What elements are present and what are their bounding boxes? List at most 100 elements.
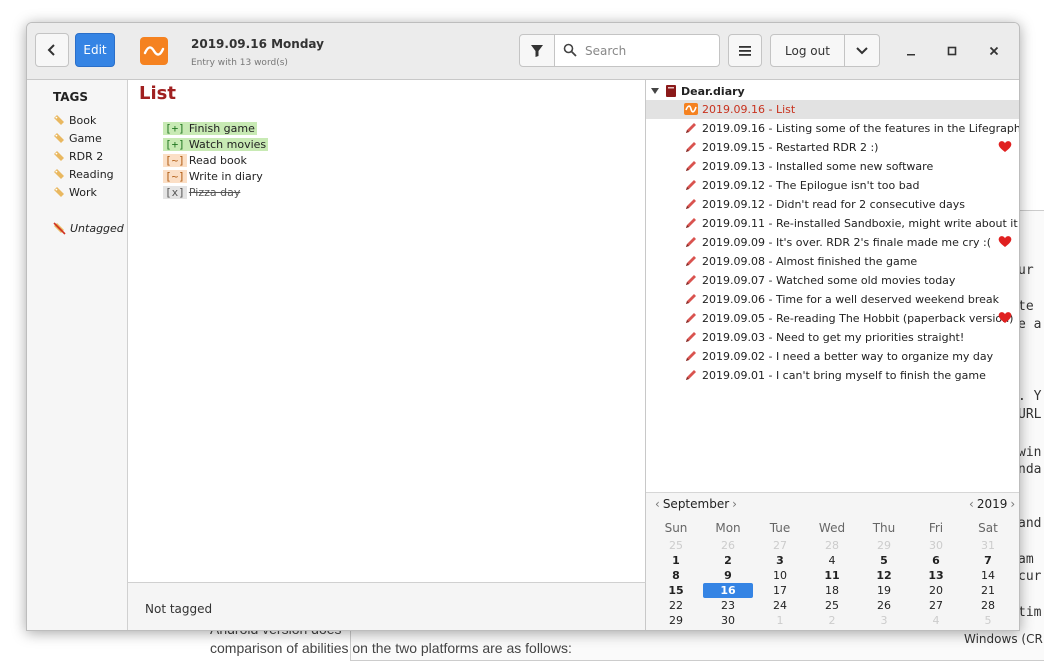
calendar-day[interactable]: 4 <box>911 613 961 628</box>
calendar-day[interactable]: 30 <box>703 613 753 628</box>
diary-entry-row[interactable]: 2019.09.05 - Re-reading The Hobbit (pape… <box>646 309 1019 328</box>
calendar-day[interactable]: 29 <box>651 613 701 628</box>
calendar-day-selected[interactable]: 16 <box>703 583 753 598</box>
calendar-day[interactable]: 1 <box>755 613 805 628</box>
diary-entry-row[interactable]: 2019.09.03 - Need to get my priorities s… <box>646 328 1019 347</box>
diary-entry-row[interactable]: 2019.09.16 - Listing some of the feature… <box>646 119 1019 138</box>
calendar-day[interactable]: 17 <box>755 583 805 598</box>
calendar-day[interactable]: 28 <box>963 598 1013 613</box>
calendar-day[interactable]: 4 <box>807 553 857 568</box>
diary-entry-row[interactable]: 2019.09.12 - Didn't read for 2 consecuti… <box>646 195 1019 214</box>
todo-marker: [~] <box>163 169 187 183</box>
tag-reading[interactable]: Reading <box>53 166 114 182</box>
calendar-day[interactable]: 29 <box>859 538 909 553</box>
minimize-button[interactable] <box>901 41 921 61</box>
pencil-icon <box>684 273 698 290</box>
favorite-icon <box>998 235 1012 251</box>
logout-options-button[interactable] <box>844 34 880 67</box>
tag-book[interactable]: Book <box>53 112 96 128</box>
tag-rdr2[interactable]: RDR 2 <box>53 148 103 164</box>
maximize-icon <box>947 46 957 56</box>
diary-entry-row[interactable]: 2019.09.12 - The Epilogue isn't too bad <box>646 176 1019 195</box>
entry-list[interactable]: Dear.diary 2019.09.16 - List 2019.09.16 -… <box>646 80 1019 492</box>
diary-root-item[interactable]: Dear.diary <box>650 82 745 100</box>
filter-button[interactable] <box>519 34 555 67</box>
next-month-button[interactable]: › <box>729 497 740 511</box>
calendar-day[interactable]: 7 <box>963 553 1013 568</box>
calendar-day[interactable]: 21 <box>963 583 1013 598</box>
prev-year-button[interactable]: ‹ <box>966 497 977 511</box>
calendar-day[interactable]: 5 <box>859 553 909 568</box>
todo-marker: [+] <box>163 137 187 151</box>
calendar-day[interactable]: 23 <box>703 598 753 613</box>
calendar-day[interactable]: 14 <box>963 568 1013 583</box>
calendar-day[interactable]: 3 <box>755 553 805 568</box>
entry-editor[interactable]: List [+] Finish game [+] Watch movies [~] R… <box>128 80 646 582</box>
diary-entry-row[interactable]: 2019.09.09 - It's over. RDR 2's finale m… <box>646 233 1019 252</box>
tag-work[interactable]: Work <box>53 184 97 200</box>
calendar-day[interactable]: 18 <box>807 583 857 598</box>
pencil-icon <box>686 332 696 342</box>
calendar-day[interactable]: 2 <box>703 553 753 568</box>
calendar-day[interactable]: 27 <box>755 538 805 553</box>
calendar-day[interactable]: 27 <box>911 598 961 613</box>
pencil-icon <box>686 237 696 247</box>
calendar-day[interactable]: 26 <box>703 538 753 553</box>
logout-button[interactable]: Log out <box>770 34 845 67</box>
back-button[interactable] <box>35 33 69 67</box>
diary-entry-row[interactable]: 2019.09.11 - Re-installed Sandboxie, mig… <box>646 214 1019 233</box>
todo-item[interactable]: [+] Watch movies <box>163 136 269 152</box>
calendar-day[interactable]: 19 <box>859 583 909 598</box>
diary-entry-row[interactable]: 2019.09.08 - Almost finished the game <box>646 252 1019 271</box>
diary-entry-label: 2019.09.02 - I need a better way to orga… <box>702 350 994 363</box>
diary-entry-row[interactable]: 2019.09.01 - I can't bring myself to fin… <box>646 366 1019 385</box>
search-field[interactable] <box>554 34 720 67</box>
calendar-day[interactable]: 10 <box>755 568 805 583</box>
edit-button[interactable]: Edit <box>75 33 115 67</box>
prev-month-button[interactable]: ‹ <box>652 497 663 511</box>
calendar-day[interactable]: 20 <box>911 583 961 598</box>
todo-item[interactable]: [+] Finish game <box>163 120 257 136</box>
background-text: URL <box>1018 407 1042 422</box>
todo-item[interactable]: [~] Write in diary <box>163 168 265 184</box>
calendar-day[interactable]: 1 <box>651 553 701 568</box>
tag-untagged[interactable]: Untagged <box>53 220 124 236</box>
pencil-icon <box>686 370 696 380</box>
calendar-day[interactable]: 25 <box>807 598 857 613</box>
menu-button[interactable] <box>728 34 762 67</box>
search-input[interactable] <box>585 41 713 61</box>
calendar-day[interactable]: 30 <box>911 538 961 553</box>
weekday-label: Mon <box>715 521 741 535</box>
entry-tags-bar[interactable]: Not tagged <box>128 582 646 630</box>
calendar-day[interactable]: 9 <box>703 568 753 583</box>
calendar-day[interactable]: 2 <box>807 613 857 628</box>
calendar-day[interactable]: 15 <box>651 583 701 598</box>
diary-entry-row[interactable]: 2019.09.07 - Watched some old movies tod… <box>646 271 1019 290</box>
diary-entry-row[interactable]: 2019.09.15 - Restarted RDR 2 :) <box>646 138 1019 157</box>
calendar-day[interactable]: 8 <box>651 568 701 583</box>
calendar-day[interactable]: 12 <box>859 568 909 583</box>
diary-entry-row[interactable]: 2019.09.06 - Time for a well deserved we… <box>646 290 1019 309</box>
calendar-day[interactable]: 24 <box>755 598 805 613</box>
todo-item[interactable]: [~] Read book <box>163 152 249 168</box>
next-year-button[interactable]: › <box>1007 497 1018 511</box>
diary-entry-row[interactable]: 2019.09.13 - Installed some new software <box>646 157 1019 176</box>
calendar-day[interactable]: 11 <box>807 568 857 583</box>
calendar-day[interactable]: 22 <box>651 598 701 613</box>
calendar-day[interactable]: 6 <box>911 553 961 568</box>
calendar-day[interactable]: 25 <box>651 538 701 553</box>
maximize-button[interactable] <box>942 41 962 61</box>
calendar-day[interactable]: 26 <box>859 598 909 613</box>
background-text: win <box>1018 445 1042 460</box>
close-button[interactable] <box>984 41 1004 61</box>
diary-entry-row[interactable]: 2019.09.02 - I need a better way to orga… <box>646 347 1019 366</box>
tag-game[interactable]: Game <box>53 130 102 146</box>
todo-item[interactable]: [x] Pizza day <box>163 184 242 200</box>
calendar-day[interactable]: 5 <box>963 613 1013 628</box>
diary-entry-row[interactable]: 2019.09.16 - List <box>646 100 1019 119</box>
calendar-day[interactable]: 28 <box>807 538 857 553</box>
calendar-day[interactable]: 3 <box>859 613 909 628</box>
tag-icon <box>54 169 64 179</box>
calendar-day[interactable]: 31 <box>963 538 1013 553</box>
calendar-day[interactable]: 13 <box>911 568 961 583</box>
